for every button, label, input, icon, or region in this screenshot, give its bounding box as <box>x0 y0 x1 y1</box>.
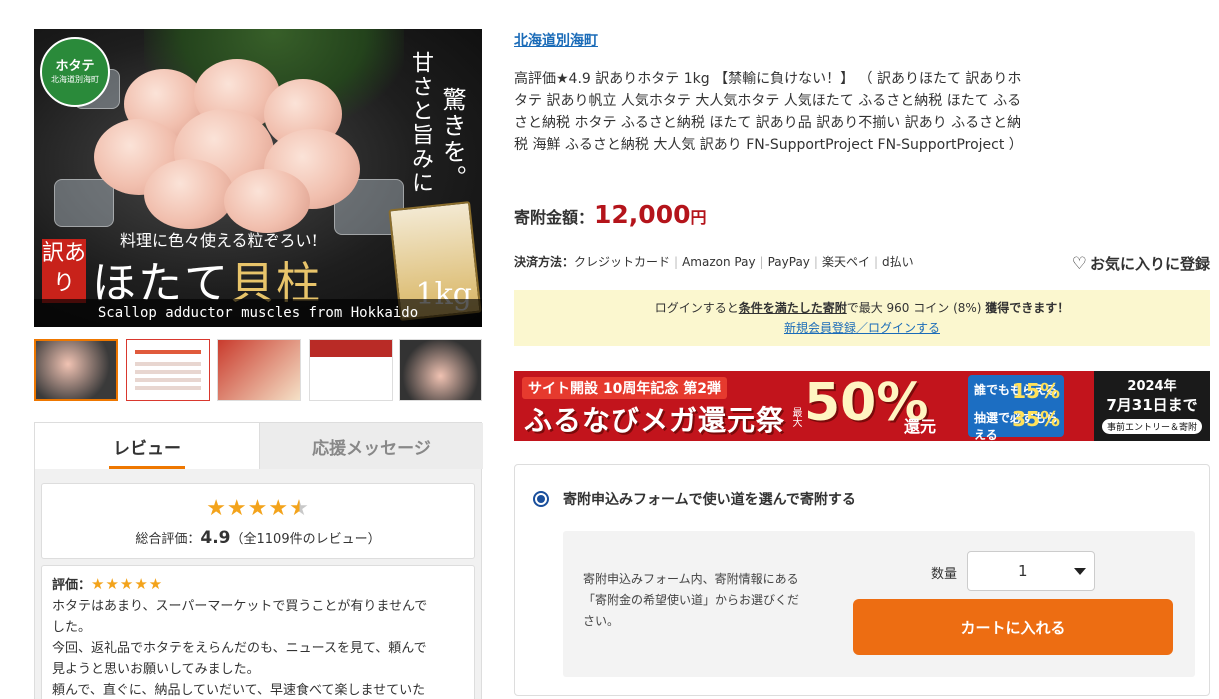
quantity-select[interactable]: 1 <box>967 551 1095 591</box>
scallop <box>224 169 310 233</box>
condition-link[interactable]: 条件を満たした寄附 <box>739 301 847 315</box>
review-rating-label: 評価： <box>52 578 92 593</box>
thumbnail-5[interactable] <box>399 339 482 401</box>
review-panel: レビュー 応援メッセージ ★★★★★ 総合評価：4.9（全1109件のレビュー）… <box>34 422 483 699</box>
review-text-line: 見ようと思いお願いしてみました。 <box>52 662 260 677</box>
scallop <box>144 159 234 229</box>
add-to-cart-button[interactable]: カートに入れる <box>853 599 1173 655</box>
heart-icon: ♡ <box>1071 254 1087 274</box>
image-caption: Scallop adductor muscles from Hokkaido <box>34 299 482 327</box>
hotate-logo: ホタテ 北海道別海町 <box>40 37 110 107</box>
tab-support-message[interactable]: 応援メッセージ <box>259 423 483 469</box>
product-title: 高評価★4.9 訳ありホタテ 1kg 【禁輸に負けない！】 （ 訳ありほたて 訳… <box>514 71 1023 153</box>
donation-amount: 寄附金額：12,000円 <box>514 200 707 229</box>
catchphrase-vertical: 甘さと旨みに <box>408 51 433 195</box>
municipality-link[interactable]: 北海道別海町 <box>514 30 598 50</box>
payment-amazonpay: Amazon Pay <box>682 255 756 269</box>
donation-form-inner: 寄附申込みフォーム内、寄附情報にある「寄附金の希望使い道」からお選びください。 … <box>563 531 1195 677</box>
payment-credit: クレジットカード <box>574 255 671 269</box>
quantity-label: 数量 <box>931 567 958 582</box>
price-unit: 円 <box>690 208 707 227</box>
price-label: 寄附金額： <box>514 208 595 227</box>
register-login-link[interactable]: 新規会員登録／ログインする <box>784 321 940 335</box>
review-text-line: 今回、返礼品でホタテをえらんだのも、ニュースを見て、頼んで <box>52 641 427 656</box>
payment-methods: 決済方法：クレジットカード | Amazon Pay | PayPay | 楽天ペイ | d払い <box>514 255 914 269</box>
price-value: 12,000 <box>594 200 691 229</box>
donation-form-option-label[interactable]: 寄附申込みフォームで使い道を選んで寄附する <box>563 489 856 509</box>
login-coin-notice: ログインすると条件を満たした寄附で最大 960 コイン (8%) 獲得できます！… <box>514 290 1210 346</box>
average-rating: 総合評価：4.9（全1109件のレビュー） <box>135 528 381 548</box>
thumbnail-3[interactable] <box>217 339 301 401</box>
banner-deadline: 2024年 7月31日まで 事前エントリー＆寄附 <box>1094 371 1210 441</box>
ice-decoration <box>54 179 114 227</box>
payment-paypay: PayPay <box>767 255 810 269</box>
thumbnail-4[interactable] <box>309 339 393 401</box>
campaign-banner[interactable]: サイト開設 10周年記念 第2弾 ふるなびメガ還元祭 最大 50% 還元 誰でも… <box>514 371 1210 441</box>
payment-dbarai: d払い <box>882 255 914 269</box>
donation-form-radio[interactable] <box>533 491 549 507</box>
review-summary: ★★★★★ 総合評価：4.9（全1109件のレビュー） <box>41 483 475 559</box>
payment-rakutenpay: 楽天ペイ <box>821 255 870 269</box>
thumbnail-strip <box>34 339 482 401</box>
catchphrase-vertical: 驚きを。 <box>438 87 466 191</box>
thumbnail-1[interactable] <box>34 339 118 401</box>
thumbnail-2[interactable] <box>126 339 210 401</box>
banner-rates: 誰でももらえる 15% 抽選で必ずもらえる 35% <box>968 375 1064 441</box>
review-stars: ★★★★★ <box>91 575 164 593</box>
chevron-down-icon <box>1074 568 1086 575</box>
review-text-line: 頼んで、直ぐに、納品していだいて、早速食べて楽しませていた <box>52 683 426 698</box>
rating-stars: ★★★★★ <box>206 496 310 521</box>
tab-review[interactable]: レビュー <box>35 423 259 469</box>
donation-form-box: 寄附申込みフォームで使い道を選んで寄附する 寄附申込みフォーム内、寄附情報にある… <box>514 464 1210 696</box>
usage-description: 寄附申込みフォーム内、寄附情報にある「寄附金の希望使い道」からお選びください。 <box>583 572 800 628</box>
review-item: 評価：★★★★★ ホタテはあまり、スーパーマーケットで買うことが有りませんで し… <box>41 565 475 699</box>
wakeari-label: 訳あり <box>42 239 86 303</box>
review-text-line: ホタテはあまり、スーパーマーケットで買うことが有りませんで <box>52 599 428 614</box>
review-text-line: した。 <box>52 620 92 635</box>
favorite-button[interactable]: ♡ お気に入りに登録 <box>1072 253 1210 274</box>
main-product-image: ホタテ 北海道別海町 甘さと旨みに 驚きを。 料理に色々使える粒ぞろい! 訳あり … <box>34 29 482 327</box>
